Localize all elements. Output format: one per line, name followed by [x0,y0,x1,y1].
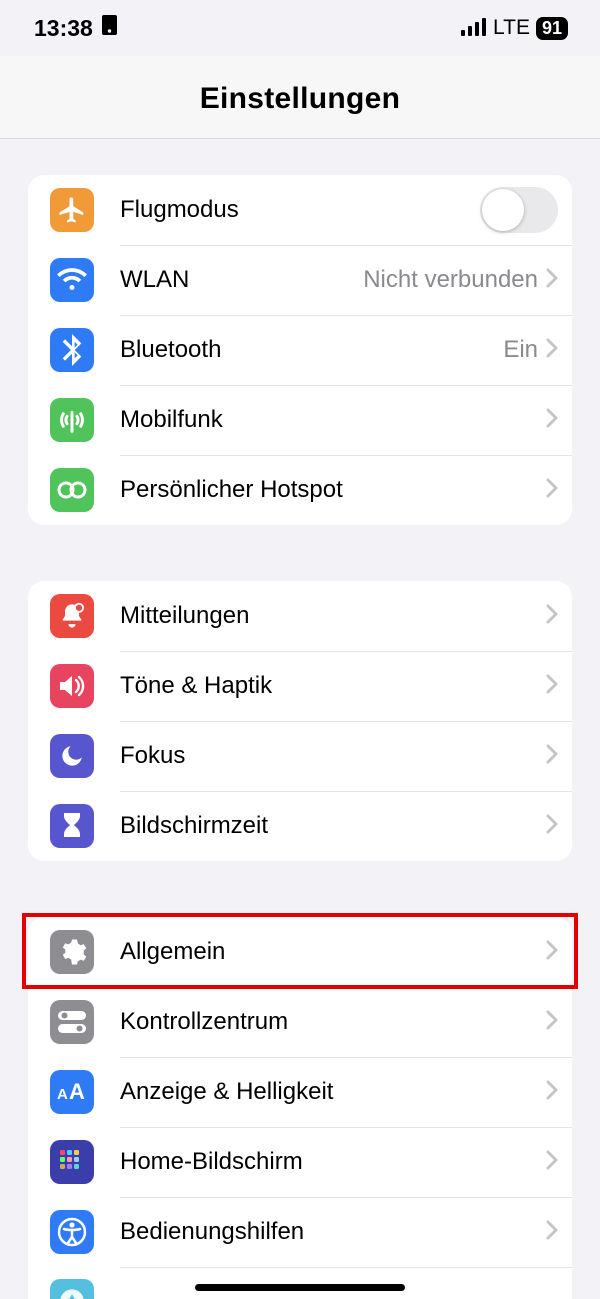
chevron-right-icon [546,478,558,503]
row-bluetooth[interactable]: Bluetooth Ein [28,315,572,385]
wifi-icon [50,258,94,302]
chevron-right-icon [546,268,558,293]
antenna-icon [50,398,94,442]
row-label: Anzeige & Helligkeit [120,1078,546,1106]
chevron-right-icon [546,1080,558,1105]
app-grid-icon [50,1140,94,1184]
chevron-right-icon [546,814,558,839]
accessibility-icon [50,1210,94,1254]
airplane-toggle[interactable] [480,187,558,233]
row-sounds[interactable]: Töne & Haptik [28,651,572,721]
row-screentime[interactable]: Bildschirmzeit [28,791,572,861]
row-partial-next[interactable] [28,1267,572,1299]
bluetooth-icon [50,328,94,372]
row-label: Töne & Haptik [120,672,546,700]
page-header: Einstellungen [0,56,600,139]
row-accessibility[interactable]: Bedienungshilfen [28,1197,572,1267]
battery-level-badge: 91 [536,17,568,40]
row-display[interactable]: AA Anzeige & Helligkeit [28,1057,572,1127]
row-airplane-mode[interactable]: Flugmodus [28,175,572,245]
status-bar: 13:38 LTE 91 [0,0,600,56]
settings-group-general: Allgemein Kontrollzentrum AA Anzeige & H… [28,917,572,1299]
row-hotspot[interactable]: Persönlicher Hotspot [28,455,572,525]
row-label: Home-Bildschirm [120,1148,546,1176]
row-label: Bluetooth [120,336,503,364]
row-focus[interactable]: Fokus [28,721,572,791]
row-label: WLAN [120,266,363,294]
network-type-label: LTE [493,16,530,40]
bell-icon [50,594,94,638]
row-cellular[interactable]: Mobilfunk [28,385,572,455]
row-general[interactable]: Allgemein [28,917,572,987]
svg-text:A: A [57,1086,68,1103]
chevron-right-icon [546,338,558,363]
settings-group-notifications: Mitteilungen Töne & Haptik Fokus Bildsch… [28,581,572,861]
chevron-right-icon [546,1150,558,1175]
row-value: Ein [503,336,538,364]
chevron-right-icon [546,674,558,699]
row-notifications[interactable]: Mitteilungen [28,581,572,651]
portrait-lock-icon [101,14,118,42]
row-label: Fokus [120,742,546,770]
row-label: Bedienungshilfen [120,1218,546,1246]
toggles-icon [50,1000,94,1044]
aa-icon: AA [50,1070,94,1114]
row-label: Mobilfunk [120,406,546,434]
wallpaper-icon [50,1279,94,1299]
chevron-right-icon [546,940,558,965]
page-title: Einstellungen [200,82,401,116]
moon-icon [50,734,94,778]
hourglass-icon [50,804,94,848]
row-label: Bildschirmzeit [120,812,546,840]
chevron-right-icon [546,408,558,433]
home-indicator [195,1284,405,1291]
row-home-screen[interactable]: Home-Bildschirm [28,1127,572,1197]
chevron-right-icon [546,1220,558,1245]
status-time: 13:38 [34,15,93,42]
chevron-right-icon [546,1010,558,1035]
row-label: Persönlicher Hotspot [120,476,546,504]
row-value: Nicht verbunden [363,266,538,294]
row-label: Mitteilungen [120,602,546,630]
signal-bars-icon [461,15,487,42]
chevron-right-icon [546,744,558,769]
chevron-right-icon [546,604,558,629]
gear-icon [50,930,94,974]
hotspot-icon [50,468,94,512]
row-label: Allgemein [120,938,546,966]
row-label: Kontrollzentrum [120,1008,546,1036]
row-control-center[interactable]: Kontrollzentrum [28,987,572,1057]
row-wlan[interactable]: WLAN Nicht verbunden [28,245,572,315]
airplane-icon [50,188,94,232]
svg-text:A: A [69,1080,85,1104]
settings-group-connectivity: Flugmodus WLAN Nicht verbunden Bluetooth… [28,175,572,525]
speaker-icon [50,664,94,708]
row-label: Flugmodus [120,196,480,224]
